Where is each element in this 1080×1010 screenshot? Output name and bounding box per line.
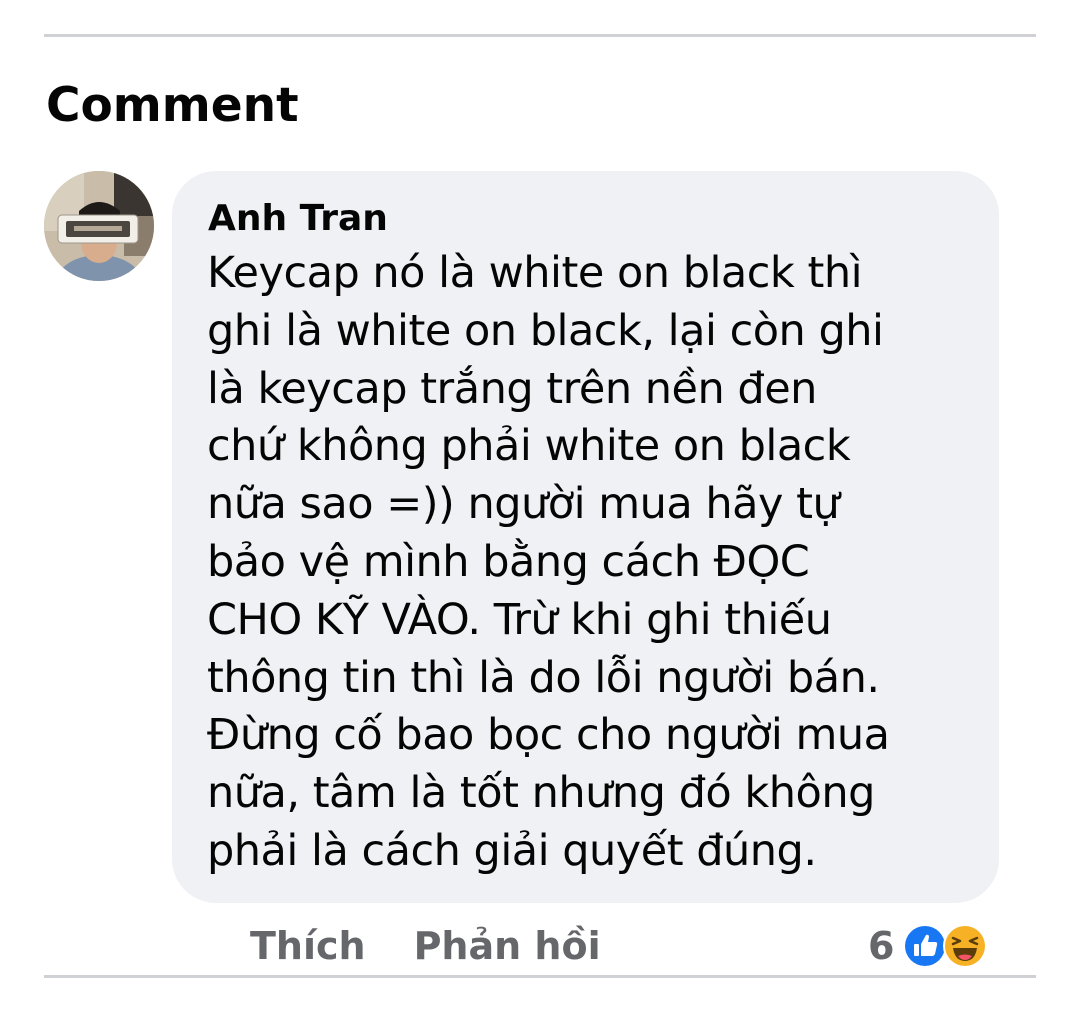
comment-line: nữa, tâm là tốt nhưng đó không [207,768,875,819]
comment-line: thông tin thì là do lỗi người bán. [207,652,880,703]
avatar-image [44,171,154,281]
comment-line: là keycap trắng trên nền đen [207,363,817,414]
comment-line: bảo vệ mình bằng cách ĐỌC [207,536,810,587]
section-title: Comment [46,78,299,133]
comment-line: phải là cách giải quyết đúng. [207,825,817,876]
comment-line: Keycap nó là white on black thì [207,248,863,298]
reply-button[interactable]: Phản hồi [414,918,601,974]
comment-text: Keycap nó là white on black thì ghi là w… [207,245,997,881]
bottom-divider [44,975,1036,978]
comment-line: nữa sao =)) người mua hãy tự [207,479,840,530]
comment-line: ghi là white on black, lại còn ghi [207,305,884,356]
comment-actions: Thích Phản hồi [250,918,601,974]
like-button[interactable]: Thích [250,918,366,974]
comment-author[interactable]: Anh Tran [208,191,388,247]
top-divider [44,34,1036,37]
haha-icon [942,923,988,969]
reaction-count: 6 [868,924,895,968]
comment-bubble: Anh Tran Keycap nó là white on black thì… [172,171,999,903]
avatar[interactable] [44,171,154,281]
comment-line: Đừng cố bao bọc cho người mua [207,710,890,761]
reaction-summary[interactable]: 6 [868,918,988,974]
comment-line: chứ không phải white on black [207,421,851,472]
comment-line: CHO KỸ VÀO. Trừ khi ghi thiếu [207,594,832,645]
